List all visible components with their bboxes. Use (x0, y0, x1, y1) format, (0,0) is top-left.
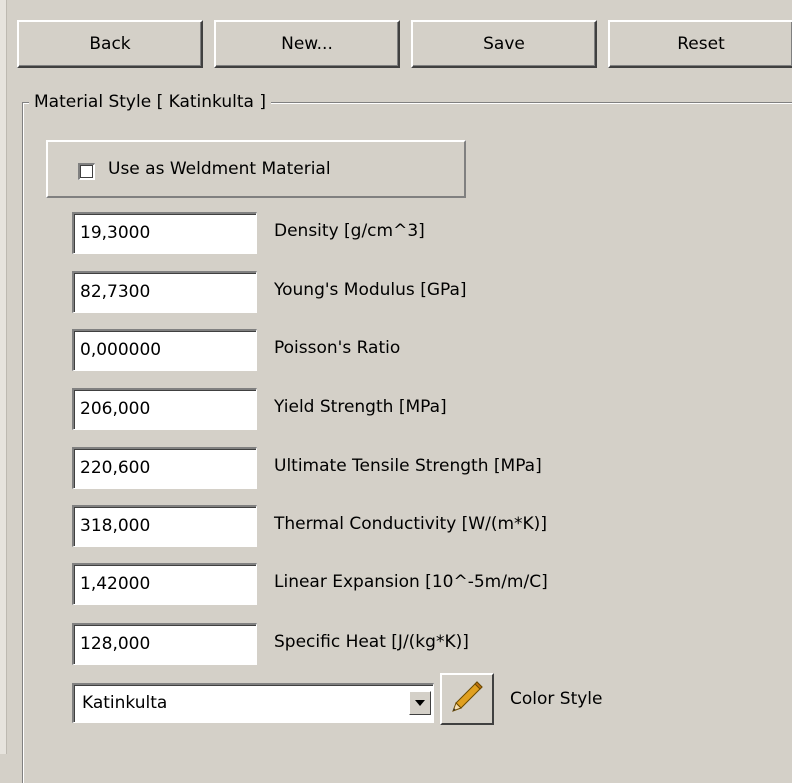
thermal-conductivity-input[interactable]: 318,000 (72, 505, 257, 547)
new-button[interactable]: New... (214, 20, 400, 68)
field-row-thermal-conductivity: 318,000 Thermal Conductivity [W/(m*K)] (72, 505, 772, 547)
specific-heat-label: Specific Heat [J/(kg*K)] (274, 632, 469, 652)
field-row-ultimate-tensile-strength: 220,600 Ultimate Tensile Strength [MPa] (72, 447, 772, 489)
weldment-checkbox[interactable] (78, 163, 95, 180)
group-title: Material Style [ Katinkulta ] (29, 91, 271, 113)
field-row-youngs-modulus: 82,7300 Young's Modulus [GPa] (72, 271, 772, 313)
toolbar: Back New... Save Reset (17, 20, 792, 70)
yield-strength-label: Yield Strength [MPa] (274, 397, 447, 417)
color-style-label: Color Style (510, 689, 603, 709)
ultimate-tensile-strength-label: Ultimate Tensile Strength [MPa] (274, 456, 542, 476)
density-input[interactable]: 19,3000 (72, 212, 257, 254)
back-button[interactable]: Back (17, 20, 203, 68)
field-row-density: 19,3000 Density [g/cm^3] (72, 212, 772, 254)
field-row-linear-expansion: 1,42000 Linear Expansion [10^-5m/m/C] (72, 563, 772, 605)
youngs-modulus-input[interactable]: 82,7300 (72, 271, 257, 313)
thermal-conductivity-label: Thermal Conductivity [W/(m*K)] (274, 514, 547, 534)
density-label: Density [g/cm^3] (274, 221, 425, 241)
ultimate-tensile-strength-input[interactable]: 220,600 (72, 447, 257, 489)
linear-expansion-label: Linear Expansion [10^-5m/m/C] (274, 572, 548, 592)
yield-strength-input[interactable]: 206,000 (72, 388, 257, 430)
linear-expansion-input[interactable]: 1,42000 (72, 563, 257, 605)
window-edge (0, 0, 7, 754)
pencil-icon (449, 679, 485, 720)
edit-color-button[interactable] (440, 673, 494, 725)
color-style-selected-value: Katinkulta (82, 693, 168, 713)
youngs-modulus-label: Young's Modulus [GPa] (274, 280, 467, 300)
save-button[interactable]: Save (411, 20, 597, 68)
weldment-panel: Use as Weldment Material (46, 140, 466, 198)
material-style-group (22, 102, 792, 783)
weldment-checkbox-label[interactable]: Use as Weldment Material (108, 159, 331, 179)
field-row-yield-strength: 206,000 Yield Strength [MPa] (72, 388, 772, 430)
chevron-down-icon[interactable] (409, 691, 431, 715)
specific-heat-input[interactable]: 128,000 (72, 623, 257, 665)
poissons-ratio-label: Poisson's Ratio (274, 338, 401, 358)
field-row-specific-heat: 128,000 Specific Heat [J/(kg*K)] (72, 623, 772, 665)
reset-button[interactable]: Reset (608, 20, 792, 68)
color-style-select[interactable]: Katinkulta (72, 683, 434, 723)
field-row-poissons-ratio: 0,000000 Poisson's Ratio (72, 329, 772, 371)
poissons-ratio-input[interactable]: 0,000000 (72, 329, 257, 371)
